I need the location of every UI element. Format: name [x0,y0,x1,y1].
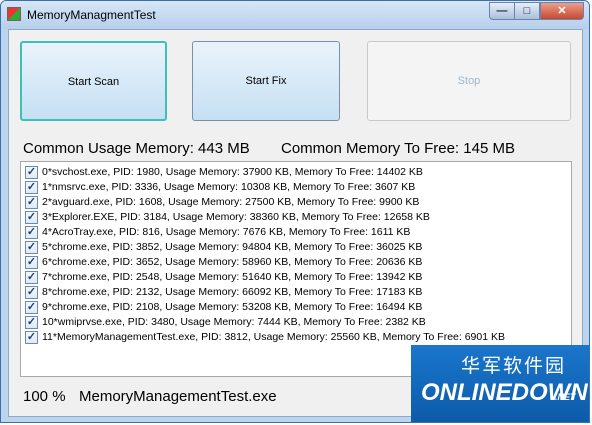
process-checkbox[interactable]: ✓ [25,241,38,254]
title-bar[interactable]: MemoryManagmentTest — □ ✕ [1,1,589,29]
process-checkbox[interactable]: ✓ [25,271,38,284]
process-label: 6*chrome.exe, PID: 3652, Usage Memory: 5… [42,256,423,268]
maximize-button[interactable]: □ [514,2,540,20]
process-checkbox[interactable]: ✓ [25,196,38,209]
common-usage-memory-label: Common Usage Memory: 443 MB [23,140,250,157]
process-checkbox[interactable]: ✓ [25,301,38,314]
close-button[interactable]: ✕ [540,2,584,20]
common-memory-to-free-label: Common Memory To Free: 145 MB [281,140,515,157]
watermark-logo: 华军软件园 ONLINEDOWN .NET [411,345,589,422]
process-label: 7*chrome.exe, PID: 2548, Usage Memory: 5… [42,271,423,283]
app-icon [7,7,21,21]
process-label: 9*chrome.exe, PID: 2108, Usage Memory: 5… [42,301,423,313]
process-label: 0*svchost.exe, PID: 1980, Usage Memory: … [42,166,423,178]
process-label: 1*nmsrvc.exe, PID: 3336, Usage Memory: 1… [42,181,416,193]
window-title: MemoryManagmentTest [27,8,156,22]
process-checkbox[interactable]: ✓ [25,211,38,224]
watermark-chinese-text: 华军软件园 [461,356,567,377]
process-label: 2*avguard.exe, PID: 1608, Usage Memory: … [42,196,420,208]
process-checkbox[interactable]: ✓ [25,316,38,329]
start-fix-button[interactable]: Start Fix [192,41,340,121]
process-checkbox[interactable]: ✓ [25,256,38,269]
process-label: 8*chrome.exe, PID: 2132, Usage Memory: 6… [42,286,423,298]
stop-button[interactable]: Stop [367,41,571,121]
process-checkbox[interactable]: ✓ [25,181,38,194]
process-checkbox[interactable]: ✓ [25,166,38,179]
process-checkbox[interactable]: ✓ [25,286,38,299]
process-label: 3*Explorer.EXE, PID: 3184, Usage Memory:… [42,211,430,223]
watermark-suffix: .NET [555,392,576,402]
minimize-button[interactable]: — [489,2,515,20]
progress-percent-label: 100 % [23,388,66,405]
start-scan-button[interactable]: Start Scan [20,41,167,121]
process-checkbox[interactable]: ✓ [25,226,38,239]
process-label: 10*wmiprvse.exe, PID: 3480, Usage Memory… [42,316,426,328]
process-label: 4*AcroTray.exe, PID: 816, Usage Memory: … [42,226,411,238]
app-window: MemoryManagmentTest — □ ✕ Start Scan Sta… [0,0,590,423]
process-label: 11*MemoryManagementTest.exe, PID: 3812, … [42,331,505,343]
process-label: 5*chrome.exe, PID: 3852, Usage Memory: 9… [42,241,423,253]
process-checkbox[interactable]: ✓ [25,331,38,344]
current-file-label: MemoryManagementTest.exe [79,388,277,405]
